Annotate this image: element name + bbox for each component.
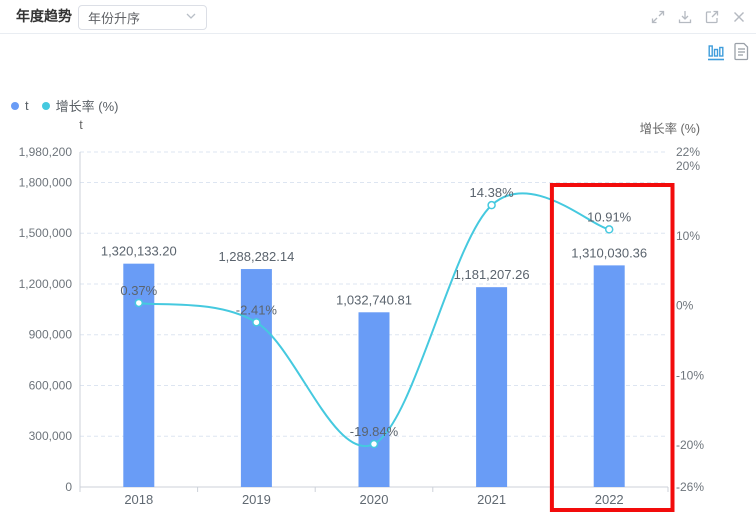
right-axis-tick-label: 10% (676, 229, 700, 243)
left-axis-tick-label: 600,000 (29, 378, 73, 392)
line-point-2018[interactable] (134, 298, 144, 308)
right-axis-tick-label: -10% (676, 368, 704, 382)
x-axis-label-2019: 2019 (242, 492, 271, 507)
bar-2022[interactable] (593, 265, 625, 487)
line-point-2019[interactable] (252, 318, 261, 327)
x-axis-label-2022: 2022 (595, 492, 624, 507)
line-value-label: 10.91% (587, 209, 632, 224)
right-axis-tick-label: -20% (676, 438, 704, 452)
x-axis-label-2020: 2020 (360, 492, 389, 507)
line-point-2020[interactable] (369, 439, 379, 449)
right-axis-tick-label: 20% (676, 159, 700, 173)
x-axis-label-2018: 2018 (124, 492, 153, 507)
bar-value-label: 1,320,133.20 (101, 244, 177, 259)
bar-value-label: 1,310,030.36 (571, 245, 647, 260)
left-axis-tick-label: 1,980,200 (19, 145, 73, 159)
bar-2020[interactable] (358, 312, 390, 487)
right-axis-tick-label: 0% (676, 299, 694, 313)
right-axis-tick-label: -26% (676, 480, 704, 494)
line-value-label: 14.38% (470, 185, 515, 200)
line-value-label: 0.37% (120, 283, 157, 298)
left-axis-tick-label: 900,000 (29, 328, 73, 342)
left-axis-tick-label: 1,200,000 (19, 277, 73, 291)
bar-value-label: 1,032,740.81 (336, 292, 412, 307)
bar-2021[interactable] (476, 287, 508, 487)
trend-chart: 1,980,200 1,800,000 1,500,000 1,200,000 900,… (19, 145, 704, 512)
x-axis-label-2021: 2021 (477, 492, 506, 507)
line-value-label: -19.84% (350, 424, 399, 439)
left-axis-tick-label: 1,800,000 (19, 175, 73, 189)
left-axis-tick-label: 0 (65, 480, 72, 494)
left-axis-tick-label: 300,000 (29, 429, 73, 443)
left-axis-tick-label: 1,500,000 (19, 226, 73, 240)
line-value-label: -2.41% (236, 302, 278, 317)
right-axis-tick-label: 22% (676, 145, 700, 159)
line-point-2022[interactable] (604, 225, 614, 234)
bar-value-label: 1,181,207.26 (454, 267, 530, 282)
line-point-2021[interactable] (487, 200, 496, 210)
bar-value-label: 1,288,282.14 (218, 249, 294, 264)
